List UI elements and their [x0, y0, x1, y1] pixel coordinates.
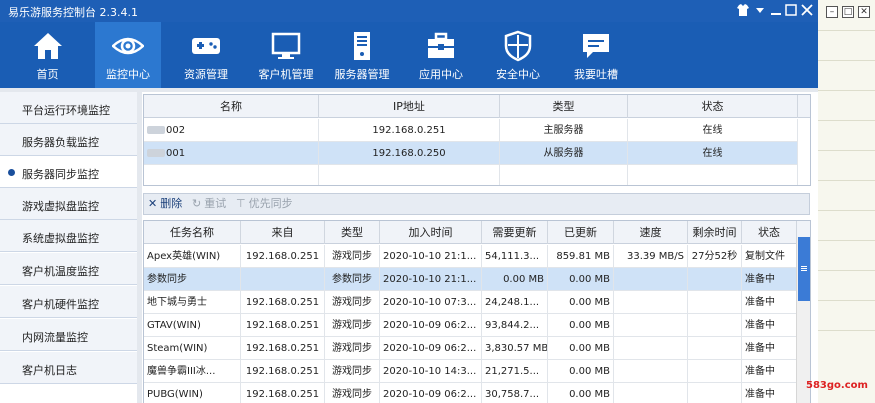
sidebar-item-game-vdisk[interactable]: 游戏虚拟盘监控: [0, 188, 137, 220]
task-table-scrollbar[interactable]: [796, 237, 810, 403]
divider: [818, 270, 875, 271]
nav-monitor-center[interactable]: 监控中心: [95, 22, 161, 88]
close-icon[interactable]: [799, 3, 815, 19]
column-header[interactable]: 名称: [144, 95, 319, 118]
delete-button[interactable]: ✕ 删除: [148, 194, 182, 214]
skin-icon[interactable]: [735, 3, 751, 19]
table-row[interactable]: GTAV(WIN) 192.168.0.251 游戏同步 2020-10-09 …: [144, 314, 797, 337]
retry-button[interactable]: ↻ 重试: [192, 194, 226, 214]
eye-icon: [111, 30, 145, 62]
refresh-icon: ↻: [192, 197, 202, 210]
column-header[interactable]: 需要更新: [482, 221, 548, 244]
divider: [818, 240, 875, 241]
app-window: 易乐游服务控制台 2.3.4.1 首页 监控中心 资源管理 客户机管理 服务器管…: [0, 0, 818, 403]
nav-feedback[interactable]: 我要吐槽: [563, 22, 629, 88]
table-row[interactable]: 魔兽争霸III冰... 192.168.0.251 游戏同步 2020-10-1…: [144, 360, 797, 383]
nav-client-manage[interactable]: 客户机管理: [248, 22, 324, 88]
divider: [818, 330, 875, 331]
redacted-mark: [147, 149, 165, 157]
shield-icon: [502, 30, 534, 62]
nav-server-manage[interactable]: 服务器管理: [329, 22, 395, 88]
column-header[interactable]: 状态: [742, 221, 797, 244]
column-header[interactable]: 加入时间: [380, 221, 482, 244]
sidebar: 平台运行环境监控 服务器负载监控 服务器同步监控 游戏虚拟盘监控 系统虚拟盘监控…: [0, 92, 137, 403]
task-table: 任务名称 来自 类型 加入时间 需要更新 已更新 速度 剩余时间 状态 Apex…: [143, 220, 811, 403]
column-header[interactable]: 类型: [325, 221, 380, 244]
active-dot-icon: [8, 169, 15, 176]
minimize-icon[interactable]: –: [826, 6, 838, 18]
sidebar-item-platform-env[interactable]: 平台运行环境监控: [0, 92, 137, 124]
home-icon: [32, 30, 64, 62]
sidebar-item-client-temp[interactable]: 客户机温度监控: [0, 253, 137, 285]
column-header[interactable]: IP地址: [319, 95, 500, 118]
column-header[interactable]: 任务名称: [144, 221, 241, 244]
column-header[interactable]: 状态: [628, 95, 798, 118]
table-row[interactable]: PUBG(WIN) 192.168.0.251 游戏同步 2020-10-09 …: [144, 383, 797, 403]
divider: [818, 120, 875, 121]
window-title: 易乐游服务控制台 2.3.4.1: [8, 6, 138, 19]
minimize-icon[interactable]: [768, 3, 784, 19]
table-row: [144, 165, 798, 185]
close-icon: ✕: [148, 197, 158, 210]
scrollbar-thumb[interactable]: [798, 237, 810, 301]
gamepad-icon: [190, 30, 222, 62]
priority-sync-button[interactable]: ⊤ 优先同步: [236, 194, 293, 214]
redacted-mark: [147, 126, 165, 134]
top-nav: 首页 监控中心 资源管理 客户机管理 服务器管理 应用中心 安全中心 我要吐槽: [0, 22, 818, 88]
toolbox-icon: [425, 30, 457, 62]
server-table: 名称 IP地址 类型 状态 002 192.168.0.251 主服务器 在线 …: [143, 94, 811, 186]
divider: [818, 150, 875, 151]
column-header[interactable]: 剩余时间: [688, 221, 742, 244]
divider: [818, 180, 875, 181]
column-header[interactable]: 来自: [241, 221, 325, 244]
pin-icon: ⊤: [236, 197, 246, 210]
nav-app-center[interactable]: 应用中心: [408, 22, 474, 88]
table-row[interactable]: Apex英雄(WIN) 192.168.0.251 游戏同步 2020-10-1…: [144, 245, 797, 268]
sidebar-item-server-load[interactable]: 服务器负载监控: [0, 124, 137, 156]
divider: [818, 30, 875, 31]
monitor-icon: [270, 30, 302, 62]
divider: [818, 60, 875, 61]
sidebar-item-client-hardware[interactable]: 客户机硬件监控: [0, 286, 137, 318]
menu-icon[interactable]: [752, 3, 768, 19]
column-header[interactable]: 速度: [614, 221, 688, 244]
column-header[interactable]: 类型: [500, 95, 628, 118]
task-toolbar: ✕ 删除 ↻ 重试 ⊤ 优先同步: [143, 193, 810, 215]
title-bar: 易乐游服务控制台 2.3.4.1: [0, 0, 818, 22]
nav-home[interactable]: 首页: [0, 22, 95, 88]
maximize-icon[interactable]: [783, 3, 799, 19]
nav-security-center[interactable]: 安全中心: [485, 22, 551, 88]
table-row[interactable]: 002 192.168.0.251 主服务器 在线: [144, 119, 798, 142]
nav-resource-manage[interactable]: 资源管理: [170, 22, 242, 88]
divider: [818, 300, 875, 301]
divider: [818, 90, 875, 91]
maximize-icon[interactable]: □: [842, 6, 854, 18]
column-header[interactable]: 已更新: [548, 221, 614, 244]
sidebar-item-server-sync[interactable]: 服务器同步监控: [0, 156, 137, 188]
table-row[interactable]: 001 192.168.0.250 从服务器 在线: [144, 142, 798, 165]
server-icon: [346, 30, 378, 62]
sidebar-item-system-vdisk[interactable]: 系统虚拟盘监控: [0, 220, 137, 252]
task-table-header: 任务名称 来自 类型 加入时间 需要更新 已更新 速度 剩余时间 状态: [144, 221, 810, 244]
sidebar-item-client-log[interactable]: 客户机日志: [0, 352, 137, 384]
sidebar-item-lan-traffic[interactable]: 内网流量监控: [0, 319, 137, 351]
divider: [818, 210, 875, 211]
close-icon[interactable]: ✕: [858, 6, 870, 18]
table-row[interactable]: 地下城与勇士 192.168.0.251 游戏同步 2020-10-10 07:…: [144, 291, 797, 314]
divider: [137, 88, 142, 403]
server-table-header: 名称 IP地址 类型 状态: [144, 95, 810, 118]
table-row[interactable]: Steam(WIN) 192.168.0.251 游戏同步 2020-10-09…: [144, 337, 797, 360]
table-row[interactable]: 参数同步 参数同步 2020-10-10 21:1... 0.00 MB 0.0…: [144, 268, 797, 291]
chat-icon: [580, 30, 612, 62]
watermark: 583go.com: [806, 380, 868, 391]
